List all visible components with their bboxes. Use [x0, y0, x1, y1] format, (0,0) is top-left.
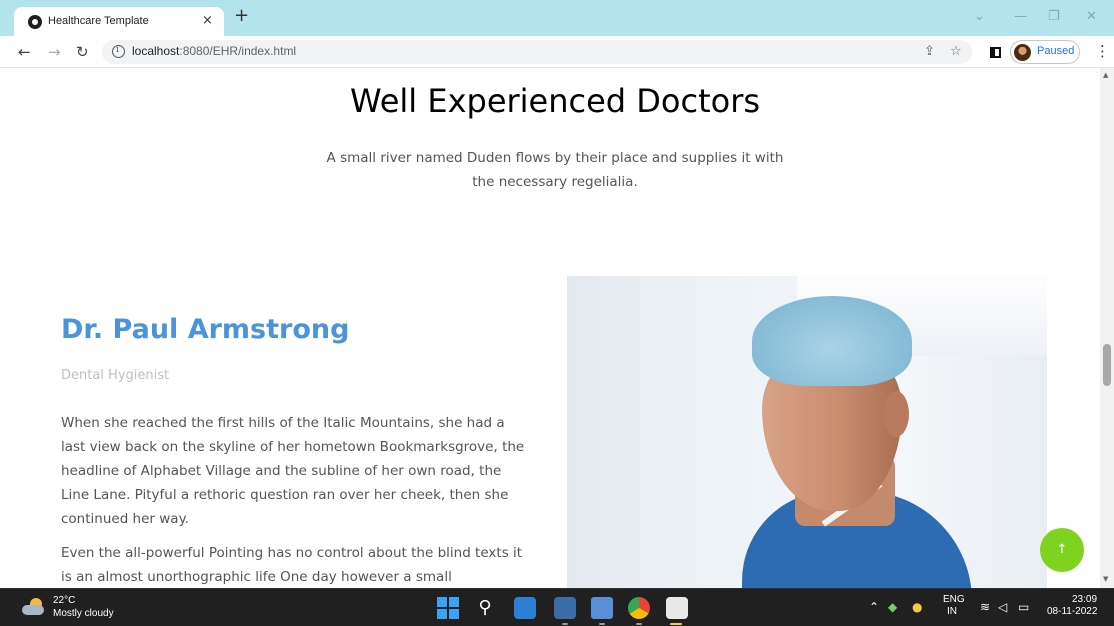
- photo-surgical-cap: [752, 296, 912, 386]
- url-host: localhost: [132, 44, 180, 58]
- app-running-indicator: [636, 623, 642, 625]
- weather-temperature[interactable]: 22°C: [53, 595, 75, 606]
- globe-icon: [28, 15, 42, 29]
- back-arrow-icon[interactable]: ←: [18, 43, 31, 61]
- start-tile: [437, 609, 447, 619]
- start-tile: [449, 597, 459, 607]
- clock-time[interactable]: 23:09: [1072, 594, 1097, 605]
- wifi-icon[interactable]: ≋: [980, 600, 990, 614]
- app-running-indicator: [599, 623, 605, 625]
- photo-ear: [883, 391, 909, 437]
- doctor-photo: [567, 276, 1047, 588]
- language-region[interactable]: IN: [947, 606, 957, 617]
- address-bar[interactable]: localhost:8080/EHR/index.html ⇪ ☆: [102, 40, 972, 64]
- scroll-thumb[interactable]: [1103, 344, 1111, 386]
- chrome-icon[interactable]: [628, 597, 650, 619]
- start-tile: [437, 597, 447, 607]
- minimize-icon[interactable]: —: [1014, 9, 1027, 24]
- doctor-role: Dental Hygienist: [61, 368, 170, 383]
- editor-app-icon[interactable]: [554, 597, 576, 619]
- microphone-icon[interactable]: ●: [912, 600, 922, 614]
- back-to-top-button[interactable]: ↑: [1040, 528, 1084, 572]
- more-menu-icon[interactable]: ⋮: [1095, 42, 1110, 60]
- section-heading: Well Experienced Doctors: [349, 82, 761, 120]
- bio-paragraph: When she reached the first hills of the …: [61, 415, 525, 527]
- chevron-up-icon[interactable]: ⌃: [869, 600, 879, 614]
- clock-date[interactable]: 08-11-2022: [1047, 606, 1097, 617]
- browser-tab[interactable]: Healthcare Template ×: [14, 7, 224, 37]
- speaker-icon[interactable]: ◁: [998, 600, 1007, 614]
- bookmark-star-icon[interactable]: ☆: [950, 44, 962, 59]
- doctor-name: Dr. Paul Armstrong: [61, 314, 350, 345]
- browser-toolbar: ← → ↻ localhost:8080/EHR/index.html ⇪ ☆ …: [0, 36, 1114, 68]
- weather-description[interactable]: Mostly cloudy: [53, 608, 114, 619]
- start-tile: [449, 609, 459, 619]
- windows-taskbar: 22°C Mostly cloudy ⚲ ⌃ ◆ ● ENG IN ≋ ◁ ▭ …: [0, 588, 1114, 626]
- info-icon[interactable]: [112, 45, 125, 58]
- section-subheading: A small river named Duden flows by their…: [326, 150, 784, 190]
- chevron-down-icon[interactable]: ⌄: [974, 9, 985, 24]
- app-running-indicator: [562, 623, 568, 625]
- url-text[interactable]: localhost:8080/EHR/index.html: [132, 44, 296, 58]
- windows-start-icon[interactable]: [437, 597, 459, 619]
- restore-icon[interactable]: ❐: [1048, 9, 1060, 24]
- cube-app-icon[interactable]: [591, 597, 613, 619]
- cloud-shape: [22, 605, 44, 615]
- forward-arrow-icon[interactable]: →: [48, 43, 61, 61]
- side-panel-icon[interactable]: [990, 47, 1001, 58]
- tab-title: Healthcare Template: [48, 15, 149, 27]
- language-code[interactable]: ENG: [943, 594, 965, 605]
- app-active-indicator: [670, 623, 682, 625]
- weather-cloud-icon[interactable]: [22, 598, 46, 616]
- reload-icon[interactable]: ↻: [76, 43, 89, 61]
- bio-paragraph: Even the all-powerful Pointing has no co…: [61, 545, 523, 585]
- avatar: [1014, 44, 1031, 61]
- new-tab-button[interactable]: +: [234, 6, 249, 26]
- page-scrollbar[interactable]: ▲ ▼: [1100, 68, 1114, 588]
- scroll-down-icon[interactable]: ▼: [1103, 575, 1108, 583]
- url-path: :8080/EHR/index.html: [179, 44, 297, 58]
- media-app-icon[interactable]: [514, 597, 536, 619]
- tray-app-icon[interactable]: ◆: [888, 600, 897, 614]
- close-tab-icon[interactable]: ×: [202, 13, 213, 28]
- snipping-tool-icon[interactable]: [666, 597, 688, 619]
- scroll-up-icon[interactable]: ▲: [1103, 71, 1108, 79]
- search-icon[interactable]: ⚲: [474, 597, 496, 619]
- doctor-bio: When she reached the first hills of the …: [61, 411, 531, 588]
- battery-icon[interactable]: ▭: [1018, 600, 1029, 614]
- share-icon[interactable]: ⇪: [924, 44, 935, 59]
- page-viewport: Well Experienced Doctors A small river n…: [0, 68, 1100, 588]
- close-window-icon[interactable]: ✕: [1086, 9, 1097, 24]
- profile-button[interactable]: Paused: [1010, 40, 1080, 64]
- profile-status: Paused: [1037, 45, 1075, 57]
- browser-title-bar: Healthcare Template × + ⌄ — ❐ ✕: [0, 0, 1114, 37]
